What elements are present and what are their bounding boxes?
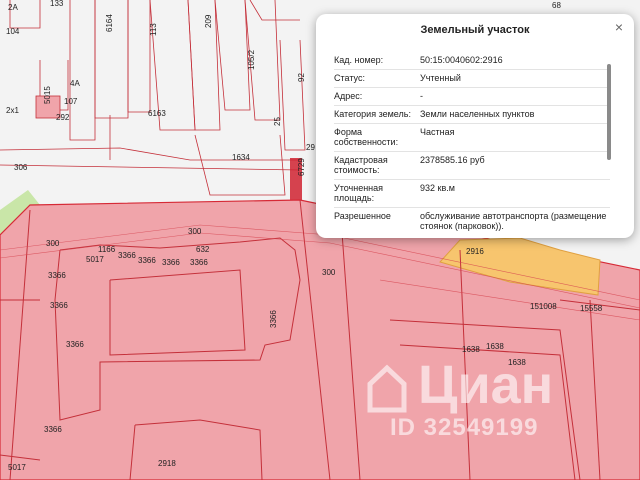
parcel-label: 2918 [158, 459, 176, 468]
parcel-label: 1634 [232, 153, 250, 162]
row-value: - [420, 91, 423, 101]
row-value: обслуживание автотранспорта (размещение … [420, 211, 607, 231]
row-value: Земли населенных пунктов [420, 109, 535, 119]
parcel-label: 25 [273, 117, 282, 126]
row-key: Разрешенное [334, 211, 391, 221]
info-row-cadastral-value: Кадастровая стоимость: 2378585.16 руб [334, 152, 610, 180]
parcel-label: 2А [8, 3, 18, 12]
info-row-ownership: Форма собственности: Частная [334, 124, 610, 152]
parcel-label: 1166 [98, 245, 116, 254]
watermark-id: ID 32549199 [390, 414, 539, 441]
parcel-label: 113 [149, 23, 158, 36]
row-key: Статус: [334, 73, 365, 83]
parcel-label: 3366 [269, 310, 278, 328]
parcel-label: 151008 [530, 302, 557, 311]
parcel-label: 3366 [162, 258, 180, 267]
row-key: Уточненная площадь: [334, 183, 384, 203]
close-icon[interactable]: × [610, 18, 628, 36]
parcel-label: 3366 [48, 271, 66, 280]
parcel-label: 3366 [138, 256, 156, 265]
parcel-label: 6163 [148, 109, 166, 118]
parcel-label: 4А [70, 79, 80, 88]
watermark-brand: Циан [418, 355, 554, 415]
row-key: Адрес: [334, 91, 363, 101]
parcel-label: 6164 [105, 14, 114, 32]
parcel-label: 3366 [50, 301, 68, 310]
row-key: Категория земель: [334, 109, 411, 119]
row-value: 2378585.16 руб [420, 155, 485, 165]
info-row-permitted-use: Разрешенное обслуживание автотранспорта … [334, 208, 610, 234]
row-key: Кадастровая стоимость: [334, 155, 388, 175]
popup-scrollbar-thumb[interactable] [607, 64, 611, 160]
parcel-label: 5017 [8, 463, 26, 472]
info-row-status: Статус: Учтенный [334, 70, 610, 88]
popup-title: Земельный участок [420, 24, 530, 36]
parcel-label: 3366 [118, 251, 136, 260]
parcel-label: 300 [188, 227, 202, 236]
parcel-label: 92 [297, 73, 306, 82]
info-row-address: Адрес: - [334, 88, 610, 106]
parcel-label: 3366 [66, 340, 84, 349]
parcel-label: 306 [14, 163, 28, 172]
info-row-land-category: Категория земель: Земли населенных пункт… [334, 106, 610, 124]
parcel-label: 15558 [580, 304, 603, 313]
parcel-label: 632 [196, 245, 210, 254]
info-row-cadastral-number: Кад. номер: 50:15:0040602:2916 [334, 52, 610, 70]
row-value: Учтенный [420, 73, 461, 83]
parcel-label: 3366 [190, 258, 208, 267]
popup-body: Кад. номер: 50:15:0040602:2916 Статус: У… [334, 52, 610, 234]
cian-logo-icon [367, 364, 407, 413]
row-value: Частная [420, 127, 455, 137]
parcel-label: 6729 [297, 158, 306, 176]
row-key: Кад. номер: [334, 55, 384, 65]
parcel-label: 2х1 [6, 106, 19, 115]
parcel-info-popup: Земельный участок × Кад. номер: 50:15:00… [316, 14, 634, 238]
parcel-label: 1638 [486, 342, 504, 351]
parcel-label: 209 [204, 14, 213, 28]
info-row-area: Уточненная площадь: 932 кв.м [334, 180, 610, 208]
parcel-label: 292 [56, 113, 70, 122]
parcel-label: 105/2 [247, 49, 256, 70]
parcel-label: 104 [6, 27, 20, 36]
parcel-label: 107 [64, 97, 78, 106]
parcel-label: 3366 [44, 425, 62, 434]
parcel-label: 1638 [462, 345, 480, 354]
parcel-label: 5015 [43, 86, 52, 104]
parcel-label: 300 [322, 268, 336, 277]
parcel-label: 29 [306, 143, 315, 152]
parcel-label: 68 [552, 1, 561, 10]
parcel-label: 5017 [86, 255, 104, 264]
parcel-label: 2916 [466, 247, 484, 256]
row-key: Форма собственности: [334, 127, 399, 147]
row-value: 932 кв.м [420, 183, 455, 193]
parcel-label: 133 [50, 0, 64, 8]
row-value: 50:15:0040602:2916 [420, 55, 503, 65]
parcel-label: 300 [46, 239, 60, 248]
